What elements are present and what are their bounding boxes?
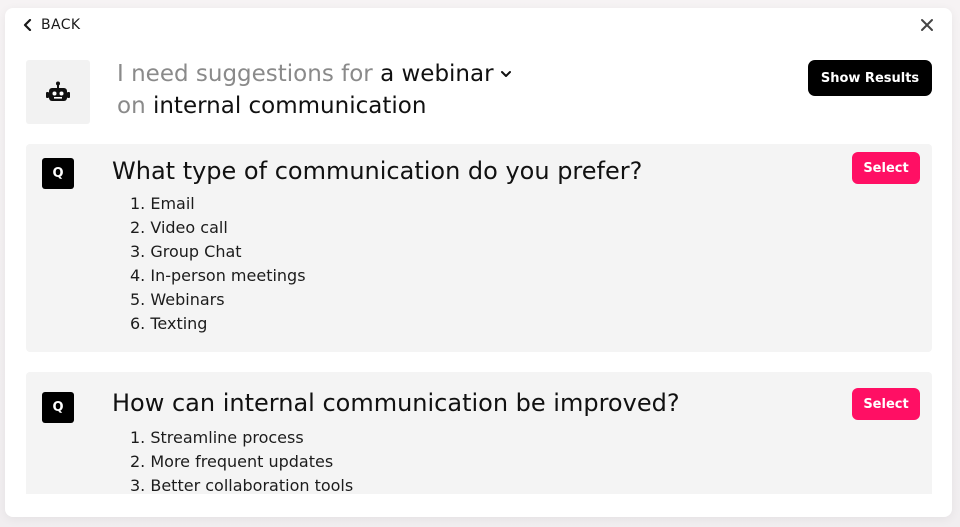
topic-type-value: a webinar: [380, 61, 494, 87]
prompt-headline: I need suggestions for a webinar on inte…: [117, 58, 512, 122]
list-item: 2. Video call: [130, 218, 228, 237]
prompt-connector: on: [117, 93, 146, 119]
close-icon[interactable]: [918, 16, 936, 34]
suggestions-modal: BACK I need suggestions for a webinar on…: [5, 8, 952, 517]
select-button[interactable]: Select: [852, 152, 920, 184]
list-item: 5. Webinars: [130, 290, 225, 309]
question-card: Q How can internal communication be impr…: [26, 372, 932, 494]
option-list: 1. Email 2. Video call 3. Group Chat 4. …: [130, 192, 306, 336]
topic-type-dropdown[interactable]: a webinar: [380, 58, 511, 90]
robot-icon: [46, 81, 70, 101]
prompt-subject: internal communication: [152, 93, 427, 119]
back-button[interactable]: BACK: [23, 17, 81, 33]
show-results-button[interactable]: Show Results: [808, 60, 932, 96]
option-list: 1. Streamline process 2. More frequent u…: [130, 426, 353, 494]
question-badge: Q: [42, 158, 74, 189]
back-label: BACK: [41, 17, 81, 33]
question-badge: Q: [42, 392, 74, 423]
chevron-down-icon: [500, 71, 511, 77]
list-item: 3. Better collaboration tools: [130, 476, 354, 494]
question-text: What type of communication do you prefer…: [112, 157, 643, 185]
list-item: 1. Streamline process: [130, 428, 304, 447]
question-text: How can internal communication be improv…: [112, 389, 680, 417]
list-item: 2. More frequent updates: [130, 452, 334, 471]
prompt-prefix: I need suggestions for: [117, 61, 373, 87]
questions-list[interactable]: Q What type of communication do you pref…: [26, 144, 932, 494]
select-button[interactable]: Select: [852, 388, 920, 420]
bot-avatar: [26, 60, 90, 124]
list-item: 4. In-person meetings: [130, 266, 306, 285]
question-card: Q What type of communication do you pref…: [26, 144, 932, 352]
list-item: 1. Email: [130, 194, 195, 213]
list-item: 3. Group Chat: [130, 242, 242, 261]
chevron-left-icon: [23, 19, 32, 31]
list-item: 6. Texting: [130, 314, 208, 333]
